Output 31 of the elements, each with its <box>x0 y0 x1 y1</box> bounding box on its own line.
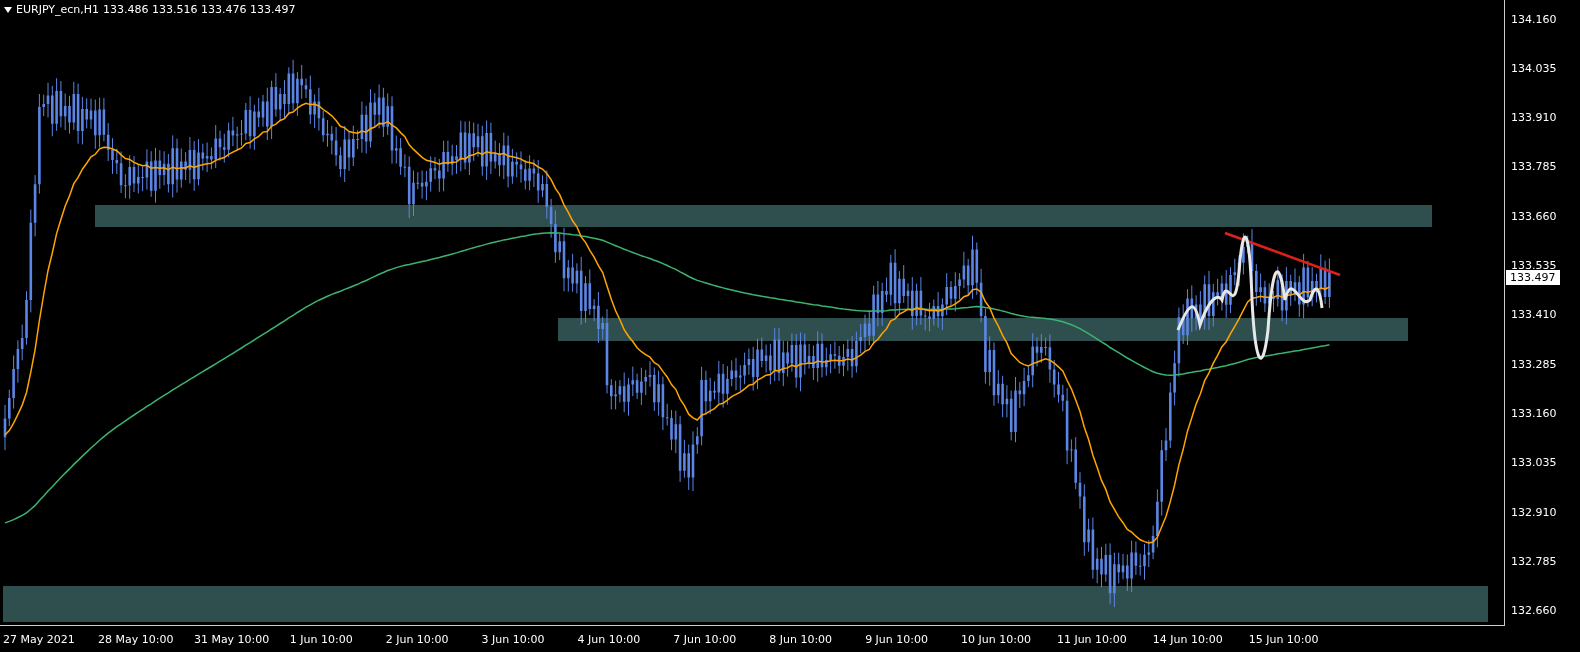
time-tick-label: 2 Jun 10:00 <box>385 632 450 646</box>
time-tick-label: 11 Jun 10:00 <box>1056 632 1128 646</box>
time-tick-label: 31 May 10:00 <box>193 632 271 646</box>
price-tick-label: 133.785 <box>1511 160 1557 174</box>
time-tick-label: 15 Jun 10:00 <box>1248 632 1320 646</box>
price-tick-label: 133.410 <box>1511 308 1557 322</box>
price-tick-label: 133.160 <box>1511 407 1557 421</box>
time-tick-label: 28 May 10:00 <box>98 632 175 646</box>
price-tick-label: 133.910 <box>1511 111 1557 125</box>
price-tick-label: 133.285 <box>1511 357 1557 371</box>
time-tick-label: 3 Jun 10:00 <box>481 632 546 646</box>
price-tick-label: 134.035 <box>1511 61 1557 75</box>
price-tick-label: 132.660 <box>1511 604 1557 618</box>
time-tick-label: 9 Jun 10:00 <box>865 632 929 646</box>
price-tick-label: 133.035 <box>1511 456 1557 470</box>
price-tick-label: 133.535 <box>1511 259 1557 273</box>
current-price-label: 133.497 <box>1506 270 1560 285</box>
time-tick-label: 8 Jun 10:00 <box>769 632 834 646</box>
time-tick-label: 1 Jun 10:00 <box>289 632 354 646</box>
time-tick-label: 7 Jun 10:00 <box>673 632 738 646</box>
time-tick-label: 4 Jun 10:00 <box>577 632 642 646</box>
symbol-label: EURJPY_ecn,H1 <box>16 3 100 16</box>
ohlc-values: 133.486 133.516 133.476 133.497 <box>103 3 296 16</box>
time-tick-label: 14 Jun 10:00 <box>1152 632 1224 646</box>
price-tick-label: 134.160 <box>1511 12 1557 26</box>
time-tick-label: 27 May 2021 <box>3 632 76 646</box>
time-tick-label: 10 Jun 10:00 <box>961 632 1032 646</box>
price-tick-label: 133.660 <box>1511 209 1557 223</box>
price-tick-label: 132.785 <box>1511 555 1557 569</box>
price-tick-label: 132.910 <box>1511 505 1557 519</box>
dropdown-triangle-icon[interactable] <box>4 6 12 13</box>
